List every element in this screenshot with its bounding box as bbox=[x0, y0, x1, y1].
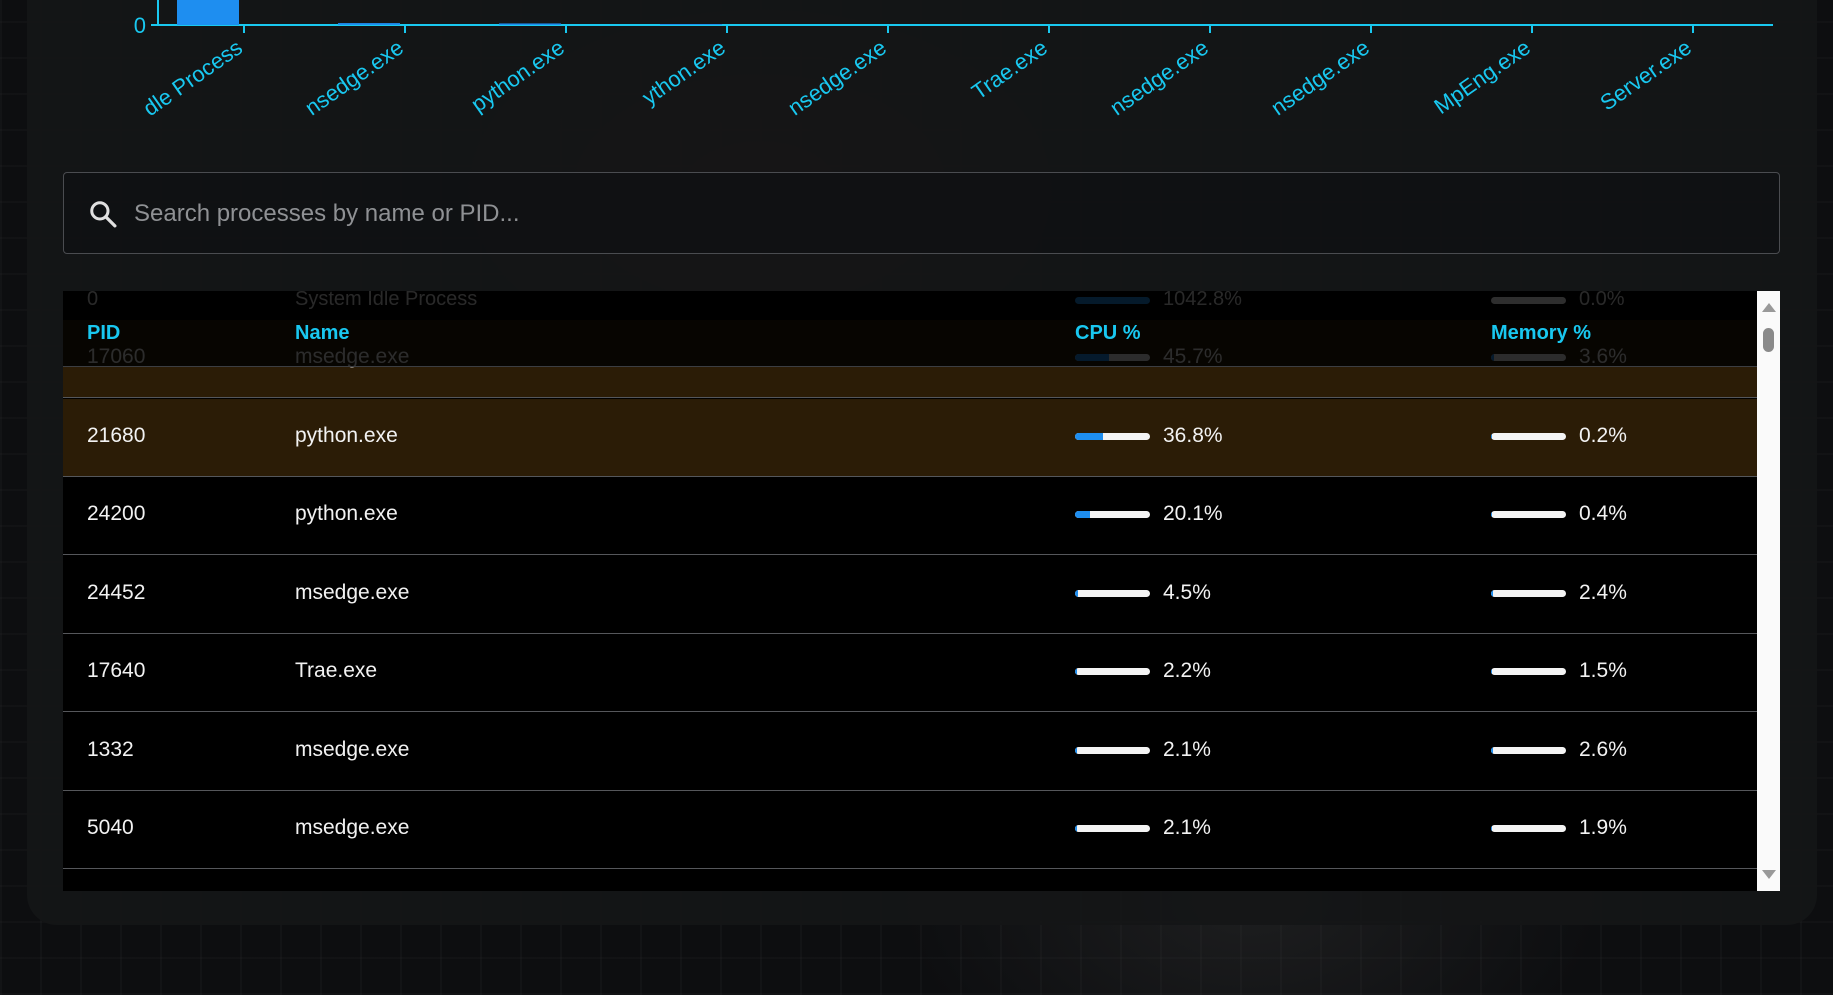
table-row[interactable]: 24200 python.exe 20.1% 0.4% bbox=[63, 477, 1757, 555]
x-tick-label: MpEng.exe bbox=[1429, 35, 1535, 119]
column-header-cpu[interactable]: CPU % bbox=[1075, 322, 1141, 345]
x-tick-label: ython.exe bbox=[637, 35, 729, 110]
table-row-partial: 0 System Idle Process 1042.8% 0.0% bbox=[63, 291, 1757, 311]
name-cell: python.exe bbox=[295, 502, 398, 525]
cpu-bar-fill bbox=[1075, 825, 1077, 832]
x-tick-label: Server.exe bbox=[1595, 35, 1695, 116]
x-tick-label: python.exe bbox=[466, 35, 569, 117]
search-input[interactable] bbox=[132, 189, 1736, 239]
memory-bar-fill bbox=[1491, 825, 1493, 832]
chart-bar bbox=[660, 24, 722, 25]
process-table: 0 System Idle Process 1042.8% 0.0% 17060… bbox=[63, 291, 1780, 891]
scroll-down-arrow-icon[interactable] bbox=[1762, 870, 1776, 879]
column-header-name[interactable]: Name bbox=[295, 322, 349, 345]
memory-value: 0.2% bbox=[1579, 423, 1627, 447]
pid-cell: 24200 bbox=[87, 502, 146, 525]
cpu-value: 2.1% bbox=[1163, 816, 1211, 839]
pid-cell: 5040 bbox=[87, 816, 134, 839]
name-cell: msedge.exe bbox=[295, 816, 410, 839]
column-header-pid[interactable]: PID bbox=[87, 322, 120, 345]
memory-bar bbox=[1491, 297, 1566, 304]
name-cell: System Idle Process bbox=[295, 291, 478, 310]
memory-value: 1.9% bbox=[1579, 816, 1627, 839]
cpu-bar-fill bbox=[1075, 746, 1077, 754]
pid-cell: 24452 bbox=[87, 580, 146, 604]
y-tick-label: 0 bbox=[134, 13, 146, 38]
name-cell: Trae.exe bbox=[295, 659, 378, 682]
cpu-bar bbox=[1075, 511, 1150, 518]
memory-bar bbox=[1491, 589, 1566, 597]
name-cell: msedge.exe bbox=[295, 580, 410, 604]
search-box[interactable] bbox=[63, 172, 1780, 254]
cpu-bar bbox=[1075, 746, 1150, 754]
cpu-value: 20.1% bbox=[1163, 502, 1223, 525]
memory-value: 0.4% bbox=[1579, 502, 1627, 525]
cpu-value: 4.5% bbox=[1163, 580, 1211, 604]
chart-bar bbox=[499, 23, 561, 25]
cpu-value: 2.1% bbox=[1163, 737, 1211, 761]
pid-cell: 17640 bbox=[87, 659, 146, 682]
chart-svg: 0dle Process nsedge.exe python.exe ython.ex… bbox=[134, 0, 1773, 121]
table-scrollbar[interactable] bbox=[1757, 291, 1780, 891]
table-row[interactable]: 1332 msedge.exe 2.1% 2.6% bbox=[63, 713, 1757, 791]
pid-cell: 0 bbox=[87, 291, 99, 310]
memory-value: 0.0% bbox=[1579, 291, 1625, 310]
name-cell: msedge.exe bbox=[295, 737, 410, 761]
x-tick-label: nsedge.exe bbox=[1266, 35, 1374, 121]
chart-bar bbox=[177, 0, 239, 25]
memory-bar bbox=[1491, 668, 1566, 675]
cpu-bar bbox=[1075, 297, 1150, 304]
memory-bar-fill bbox=[1491, 589, 1493, 597]
x-tick-label: Trae.exe bbox=[967, 35, 1052, 105]
memory-bar bbox=[1491, 432, 1566, 440]
cpu-value: 36.8% bbox=[1163, 423, 1223, 447]
memory-bar bbox=[1491, 746, 1566, 754]
x-tick-label: nsedge.exe bbox=[783, 35, 891, 121]
memory-value: 2.6% bbox=[1579, 737, 1627, 761]
cpu-value: 2.2% bbox=[1163, 659, 1211, 682]
table-row[interactable]: 5040 msedge.exe 2.1% 1.9% bbox=[63, 791, 1757, 869]
cpu-value: 1042.8% bbox=[1163, 291, 1242, 310]
x-tick-label: dle Process bbox=[138, 35, 247, 121]
memory-bar bbox=[1491, 511, 1566, 518]
pid-cell: 1332 bbox=[87, 737, 134, 761]
x-tick-label: nsedge.exe bbox=[1105, 35, 1213, 121]
table-row[interactable]: 24452 msedge.exe 4.5% 2.4% bbox=[63, 556, 1757, 634]
cpu-bar-chart: 0 dle Process nsedge.exe python.exe ython.ex… bbox=[0, 0, 1833, 130]
cpu-bar-fill bbox=[1075, 589, 1079, 597]
cpu-bar-fill bbox=[1075, 511, 1091, 518]
table-row[interactable]: 17640 Trae.exe 2.2% 1.5% bbox=[63, 634, 1757, 712]
scroll-thumb[interactable] bbox=[1763, 328, 1774, 352]
chart-bar bbox=[338, 23, 400, 25]
memory-bar bbox=[1491, 825, 1566, 832]
memory-bar-fill bbox=[1491, 746, 1493, 754]
cpu-bar bbox=[1075, 668, 1150, 675]
table-row[interactable]: 21680 python.exe 36.8% 0.2% bbox=[63, 398, 1757, 477]
name-cell: python.exe bbox=[295, 423, 398, 447]
x-tick-label: nsedge.exe bbox=[300, 35, 408, 121]
cpu-bar bbox=[1075, 432, 1150, 440]
cpu-bar-fill bbox=[1075, 432, 1103, 440]
column-header-memory[interactable]: Memory % bbox=[1491, 322, 1591, 345]
table-header: PID Name CPU % Memory % bbox=[63, 309, 1757, 367]
memory-value: 1.5% bbox=[1579, 659, 1627, 682]
scroll-up-arrow-icon[interactable] bbox=[1762, 303, 1776, 312]
cpu-bar bbox=[1075, 825, 1150, 832]
memory-value: 2.4% bbox=[1579, 580, 1627, 604]
pid-cell: 21680 bbox=[87, 423, 146, 447]
cpu-bar-fill bbox=[1075, 668, 1077, 675]
cpu-bar bbox=[1075, 589, 1150, 597]
search-icon bbox=[90, 201, 117, 228]
memory-bar-fill bbox=[1491, 668, 1493, 675]
